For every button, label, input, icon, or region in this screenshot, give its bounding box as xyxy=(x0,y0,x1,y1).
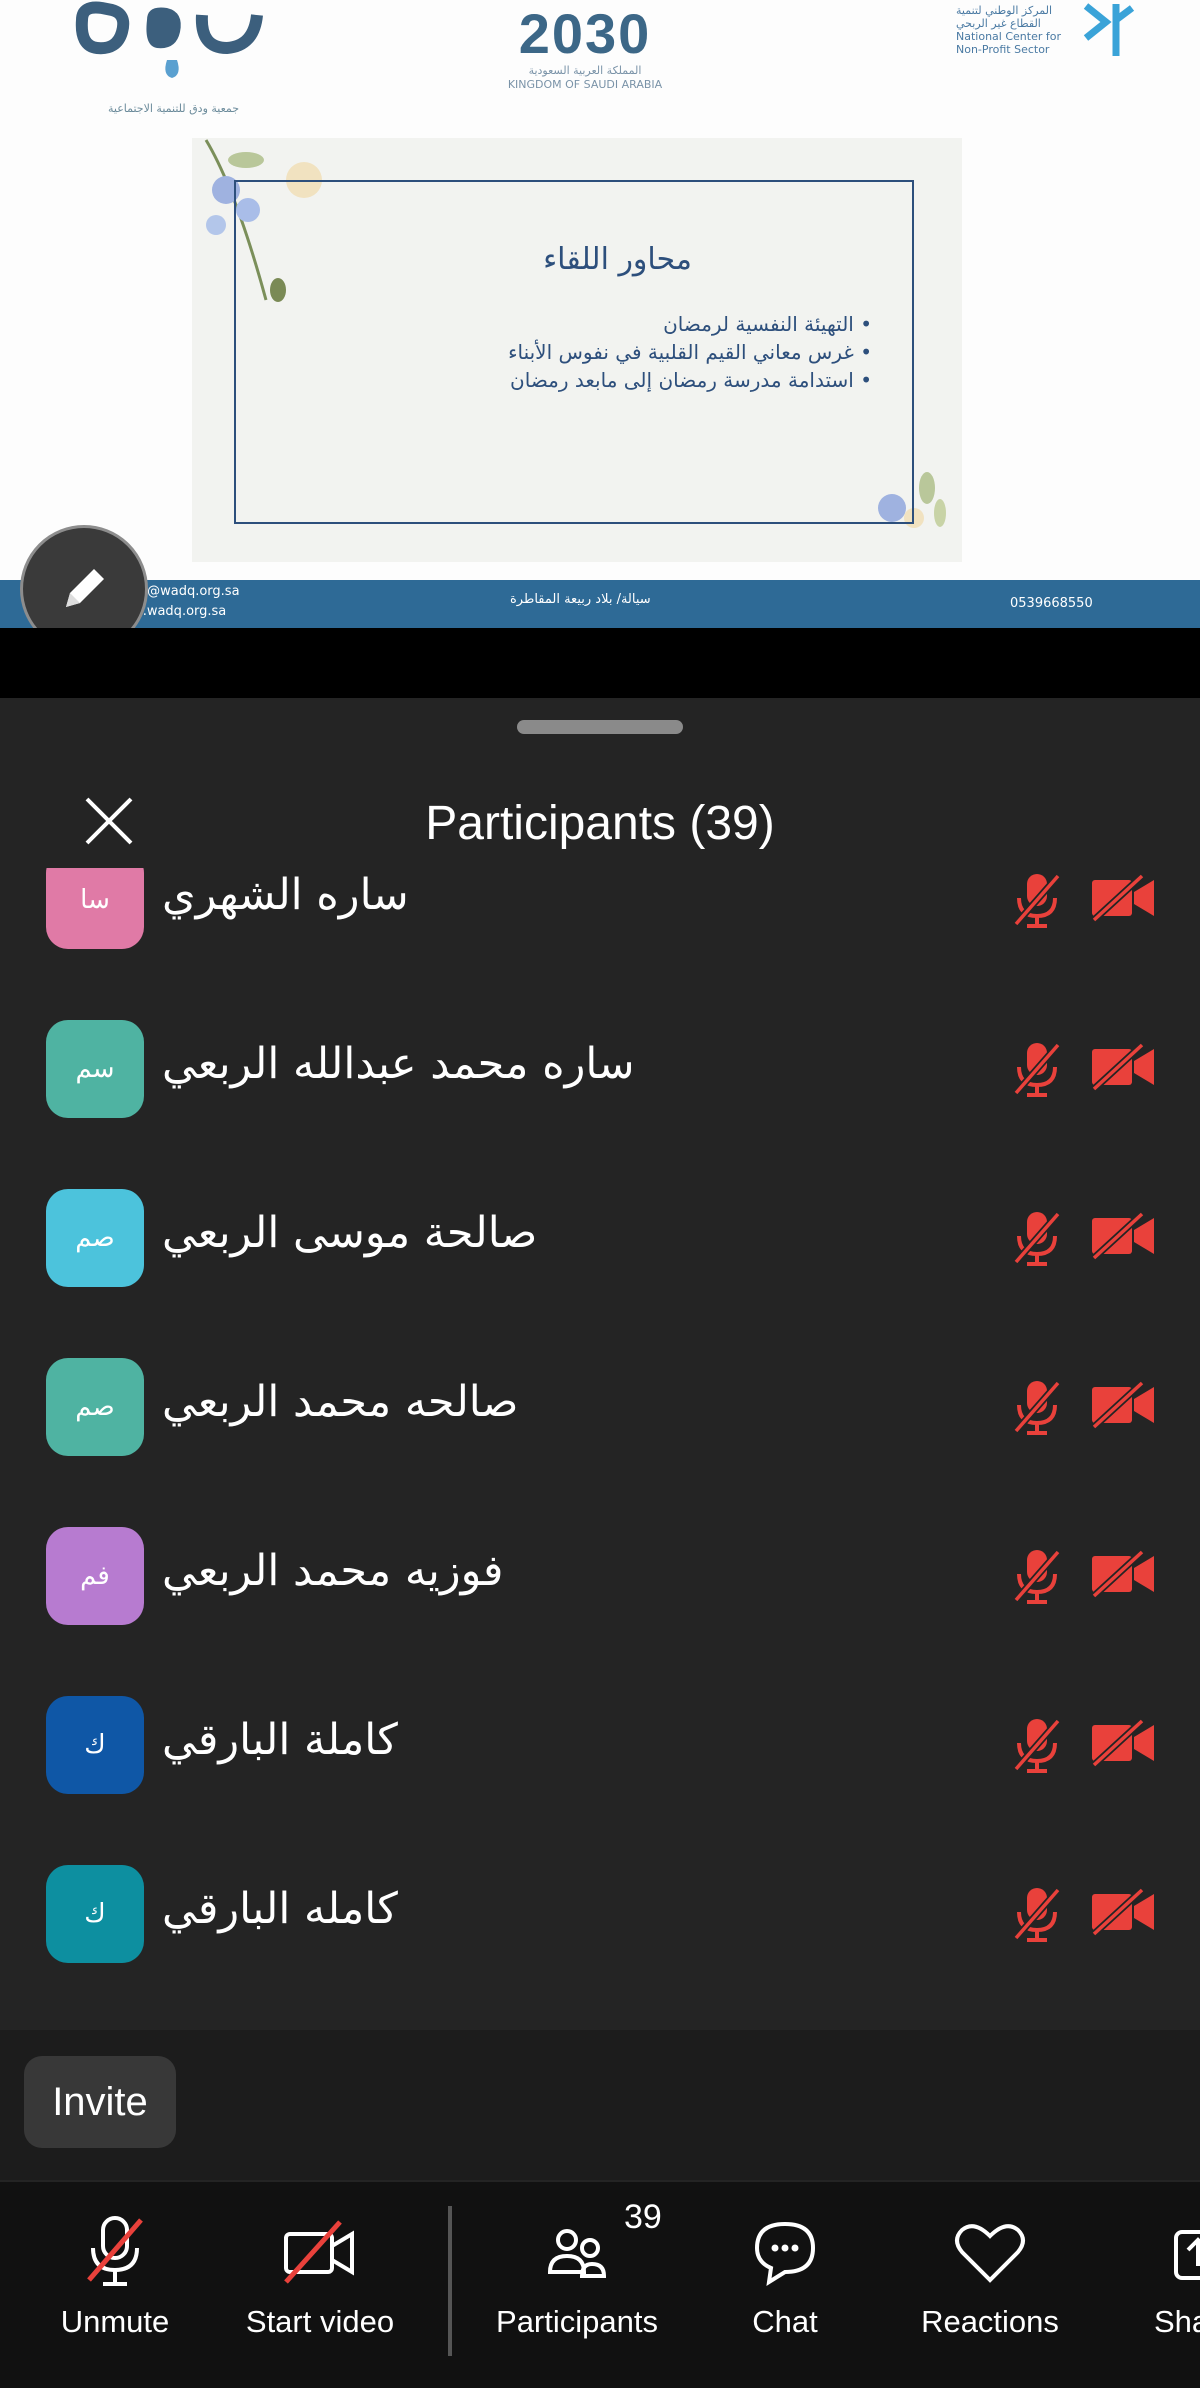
video-off-icon[interactable] xyxy=(1090,1043,1156,1091)
mic-off-icon xyxy=(87,2216,143,2286)
participant-name: صالحه محمد الربعي xyxy=(162,1377,519,1427)
ncnp-logo: المركز الوطني لتنمية القطاع غير الربحي N… xyxy=(956,0,1136,60)
slide-bullet: غرس معاني القيم القلبية في نفوس الأبناء xyxy=(508,338,872,366)
footer-location: سيالة/ بلاد ربيعة المقاطرة xyxy=(510,592,651,607)
participants-count-badge: 39 xyxy=(624,2198,662,2236)
chat-icon xyxy=(754,2221,816,2286)
participant-row[interactable]: ك كامله البارقي xyxy=(0,1830,1200,1999)
slide-frame: محاور اللقاء التهيئة النفسية لرمضان غرس … xyxy=(234,180,914,524)
unmute-button[interactable]: Unmute xyxy=(40,2212,190,2340)
participant-list[interactable]: سا ساره الشهري سم ساره محمد عبدالله الربعي ص… xyxy=(0,868,1200,2028)
participant-name: كاملة البارقي xyxy=(162,1715,398,1765)
avatar: صم xyxy=(46,1189,144,1287)
mic-muted-icon[interactable] xyxy=(1012,1377,1062,1437)
share-icon xyxy=(1174,2230,1200,2280)
video-gap xyxy=(0,628,1200,698)
vision-en-text: KINGDOM OF SAUDI ARABIA xyxy=(507,78,663,91)
ncnp-line: المركز الوطني لتنمية xyxy=(956,4,1053,17)
reactions-label: Reactions xyxy=(921,2304,1059,2339)
share-label: Sha xyxy=(1154,2304,1200,2339)
ncnp-line: National Center for xyxy=(956,30,1061,43)
start-video-label: Start video xyxy=(245,2304,395,2339)
mic-muted-icon[interactable] xyxy=(1012,1546,1062,1606)
slide-title: محاور اللقاء xyxy=(543,242,692,277)
avatar: فم xyxy=(46,1527,144,1625)
heart-icon xyxy=(955,2224,1025,2283)
participant-name: ساره الشهري xyxy=(162,870,409,920)
video-off-icon[interactable] xyxy=(1090,1719,1156,1767)
wadq-logo-caption: جمعية ودق للتنمية الاجتماعية xyxy=(108,102,240,115)
participant-name: صالحة موسى الربعي xyxy=(162,1208,538,1258)
participant-row[interactable]: سم ساره محمد عبدالله الربعي xyxy=(0,985,1200,1154)
slide-bullets: التهيئة النفسية لرمضان غرس معاني القيم ا… xyxy=(508,310,872,394)
participant-row[interactable]: صم صالحه محمد الربعي xyxy=(0,1323,1200,1492)
invite-button[interactable]: Invite xyxy=(24,2056,176,2148)
pencil-icon xyxy=(66,569,104,607)
ncnp-line: القطاع غير الربحي xyxy=(956,17,1041,30)
drag-handle[interactable] xyxy=(517,720,683,734)
toolbar-divider xyxy=(448,2206,452,2356)
avatar: ك xyxy=(46,1696,144,1794)
footer-phone: 0539668550 xyxy=(1010,596,1093,611)
mic-muted-icon[interactable] xyxy=(1012,1884,1062,1944)
participants-panel: Participants (39) سا ساره الشهري سم ساره مح… xyxy=(0,698,1200,2182)
vision-ar-text: المملكة العربية السعودية xyxy=(528,64,642,77)
invite-area: Invite xyxy=(0,2030,1200,2180)
annotate-button[interactable] xyxy=(20,525,148,628)
meeting-toolbar: Unmute Start video Participants 39 Chat xyxy=(0,2182,1200,2388)
participant-row[interactable]: فم فوزيه محمد الربعي xyxy=(0,1492,1200,1661)
avatar: سم xyxy=(46,1020,144,1118)
share-button[interactable]: Sha xyxy=(1140,2212,1200,2340)
video-off-icon xyxy=(284,2220,354,2284)
unmute-label: Unmute xyxy=(60,2304,170,2339)
mic-muted-icon[interactable] xyxy=(1012,1039,1062,1099)
participant-name: فوزيه محمد الربعي xyxy=(162,1546,504,1596)
mic-muted-icon[interactable] xyxy=(1012,870,1062,930)
start-video-button[interactable]: Start video xyxy=(230,2212,410,2340)
panel-title: Participants (39) xyxy=(425,797,775,850)
ncnp-line: Non-Profit Sector xyxy=(956,43,1050,56)
avatar: ك xyxy=(46,1865,144,1963)
participant-row[interactable]: صم صالحة موسى الربعي xyxy=(0,1154,1200,1323)
video-off-icon[interactable] xyxy=(1090,874,1156,922)
participant-name: ساره محمد عبدالله الربعي xyxy=(162,1039,635,1089)
ncnp-text: المركز الوطني لتنمية القطاع غير الربحي N… xyxy=(956,4,1076,56)
vision-2030-logo: 2030 المملكة العربية السعودية KINGDOM OF… xyxy=(500,0,670,92)
video-off-icon[interactable] xyxy=(1090,1550,1156,1598)
chat-label: Chat xyxy=(752,2304,818,2339)
video-off-icon[interactable] xyxy=(1090,1212,1156,1260)
slide-card: محاور اللقاء التهيئة النفسية لرمضان غرس … xyxy=(192,138,962,562)
participant-name: كامله البارقي xyxy=(162,1884,398,1934)
slide-bullet: التهيئة النفسية لرمضان xyxy=(508,310,872,338)
participants-icon xyxy=(547,2229,607,2278)
video-off-icon[interactable] xyxy=(1090,1888,1156,1936)
participant-row[interactable]: سا ساره الشهري xyxy=(0,868,1200,985)
participants-label: Participants xyxy=(496,2304,658,2339)
ncnp-mark-icon xyxy=(1083,3,1135,56)
participant-row[interactable]: ك كاملة البارقي xyxy=(0,1661,1200,1830)
video-off-icon[interactable] xyxy=(1090,1381,1156,1429)
avatar: صم xyxy=(46,1358,144,1456)
mic-muted-icon[interactable] xyxy=(1012,1208,1062,1268)
reactions-button[interactable]: Reactions xyxy=(900,2212,1080,2340)
slide-footer: wadq@wadq.org.sa www.wadq.org.sa سيالة/ … xyxy=(0,580,1200,628)
vision-year: 2030 xyxy=(518,2,652,65)
mic-muted-icon[interactable] xyxy=(1012,1715,1062,1775)
shared-slide: جمعية ودق للتنمية الاجتماعية 2030 المملك… xyxy=(0,0,1200,628)
chat-button[interactable]: Chat xyxy=(730,2212,840,2340)
avatar: سا xyxy=(46,868,144,949)
slide-bullet: استدامة مدرسة رمضان إلى مابعد رمضان xyxy=(508,366,872,394)
